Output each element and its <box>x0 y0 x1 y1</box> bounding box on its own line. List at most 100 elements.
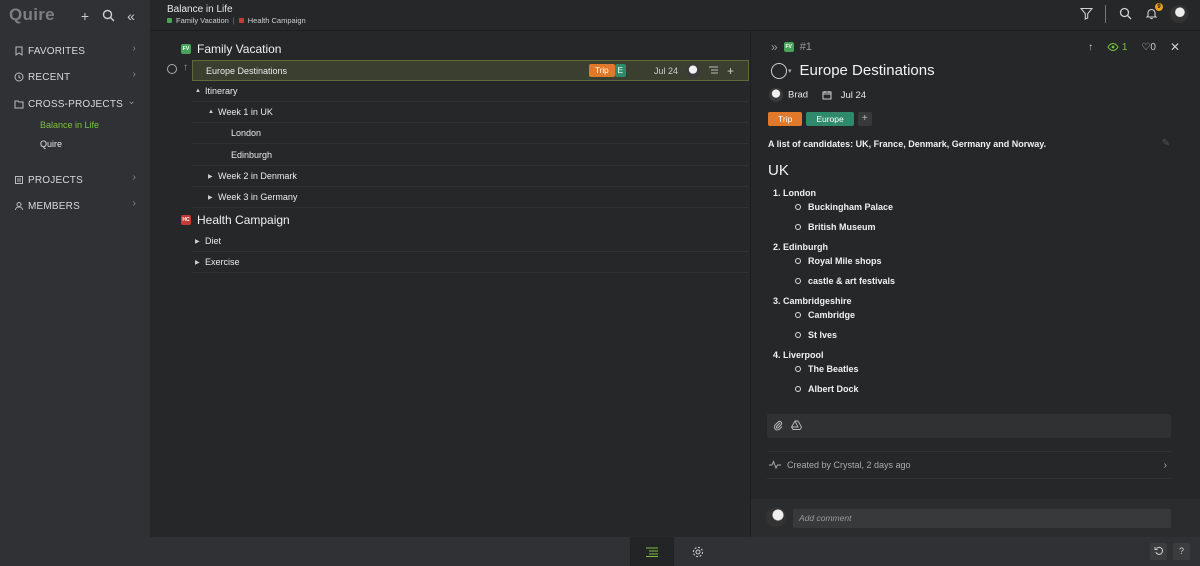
sidebar: Quire + « FAVORITES › RECENT › CROSS-PRO… <box>0 0 150 566</box>
outline-subitem: Royal Mile shops <box>795 256 882 266</box>
project-header-health-campaign[interactable]: HC Health Campaign <box>181 213 290 227</box>
sidebar-projects[interactable]: PROJECTS › <box>14 171 140 189</box>
bottom-actions: ? <box>1150 543 1190 560</box>
task-name: Europe Destinations <box>206 65 288 76</box>
watchers[interactable]: 1 <box>1107 42 1127 53</box>
app-logo[interactable]: Quire <box>9 5 55 25</box>
comment-bar: Add comment <box>751 499 1200 537</box>
status-dropdown-icon[interactable]: ▾ <box>788 67 792 75</box>
task-name: Diet <box>205 236 222 246</box>
paperclip-icon[interactable] <box>773 420 783 433</box>
sidebar-item-balance-in-life[interactable]: Balance in Life <box>40 120 99 130</box>
task-status-circle[interactable] <box>771 62 787 79</box>
assignee[interactable]: Brad <box>769 88 808 102</box>
chevron-right-icon: › <box>1163 459 1167 471</box>
task-row-edinburgh[interactable]: Edinburgh <box>192 145 749 166</box>
tag-trip[interactable]: Trip <box>589 64 615 77</box>
sidebar-cross-projects-label: CROSS-PROJECTS <box>28 98 124 110</box>
task-description[interactable]: A list of candidates: UK, France, Denmar… <box>768 139 1046 149</box>
task-name: Week 3 in Germany <box>218 192 298 202</box>
task-row-diet[interactable]: ▶ Diet <box>192 231 749 252</box>
projects-icon <box>15 176 23 184</box>
hc-color-dot <box>238 18 244 23</box>
task-due-date[interactable]: Jul 24 <box>654 66 678 76</box>
project-tag-hc: HC <box>181 215 191 225</box>
add-icon[interactable]: + <box>78 9 92 23</box>
chevron-right-icon: › <box>132 198 136 209</box>
likes[interactable]: ♡0 <box>1141 42 1156 53</box>
project-tag-fv: FV <box>181 44 191 54</box>
collapse-triangle-icon[interactable]: ▲ <box>195 88 205 94</box>
top-header: Balance in Life Family Vacation | Health… <box>150 0 1200 31</box>
tab-list-view[interactable] <box>630 537 674 566</box>
breadcrumb-family-vacation[interactable]: Family Vacation <box>176 16 229 25</box>
activity-row[interactable]: Created by Crystal, 2 days ago › <box>767 451 1171 479</box>
collapse-sidebar-icon[interactable]: « <box>124 9 138 23</box>
arrow-up-icon[interactable]: ↑ <box>1088 42 1093 53</box>
due-date[interactable]: Jul 24 <box>822 90 866 101</box>
task-title[interactable]: Europe Destinations <box>800 62 935 79</box>
edit-pencil-icon[interactable]: ✎ <box>1162 138 1170 149</box>
commenter-avatar <box>766 507 786 527</box>
sidebar-projects-label: PROJECTS <box>28 174 83 186</box>
project-tag-fv: FV <box>783 42 794 52</box>
collapse-triangle-icon[interactable]: ▲ <box>208 109 218 115</box>
expand-triangle-icon[interactable]: ▶ <box>195 238 205 245</box>
detail-tags: Trip Europe + <box>768 112 872 126</box>
comment-input[interactable]: Add comment <box>793 509 1171 528</box>
task-row-week-2-denmark[interactable]: ▶ Week 2 in Denmark <box>192 166 749 187</box>
subtask-icon[interactable] <box>708 65 719 77</box>
sidebar-members[interactable]: MEMBERS › <box>14 197 140 215</box>
folder-icon <box>14 100 24 109</box>
outline-subitem: St Ives <box>795 330 837 340</box>
search-icon[interactable] <box>101 9 115 23</box>
sidebar-item-quire[interactable]: Quire <box>40 139 62 149</box>
undo-icon[interactable] <box>1150 543 1167 560</box>
outline-item: 4. Liverpool <box>773 350 824 360</box>
breadcrumb-health-campaign[interactable]: Health Campaign <box>248 16 306 25</box>
user-avatar[interactable] <box>1170 5 1188 23</box>
likes-count: 0 <box>1150 41 1156 53</box>
task-row-week-1-uk[interactable]: ▲ Week 1 in UK <box>192 102 749 123</box>
project-header-family-vacation[interactable]: FV Family Vacation <box>181 42 281 56</box>
add-tag-button[interactable]: + <box>857 112 872 126</box>
google-drive-icon[interactable] <box>790 420 803 432</box>
tag-europe[interactable]: Europe <box>806 112 854 126</box>
task-row-itinerary[interactable]: ▲ Itinerary <box>192 81 749 102</box>
fv-color-dot <box>167 18 172 23</box>
assignee-avatar[interactable] <box>685 63 700 78</box>
sidebar-recent[interactable]: RECENT › <box>14 68 140 86</box>
outline-subitem: Albert Dock <box>795 384 859 394</box>
clock-icon <box>14 72 24 82</box>
expand-triangle-icon[interactable]: ▶ <box>208 194 218 201</box>
expand-triangle-icon[interactable]: ▶ <box>208 173 218 180</box>
task-row-week-3-germany[interactable]: ▶ Week 3 in Germany <box>192 187 749 208</box>
project-name: Family Vacation <box>197 42 282 56</box>
tab-settings[interactable] <box>676 537 720 566</box>
assignee-avatar <box>769 88 783 102</box>
task-complete-checkbox[interactable] <box>167 64 177 74</box>
expand-triangle-icon[interactable]: ▶ <box>195 259 205 266</box>
outline-item: 3. Cambridgeshire <box>773 296 852 306</box>
sidebar-cross-projects[interactable]: CROSS-PROJECTS ⌄ <box>14 95 140 113</box>
task-name: Exercise <box>205 257 240 267</box>
tag-europe-short[interactable]: E <box>614 64 626 77</box>
created-by-text: Created by Crystal, 2 days ago <box>787 460 911 470</box>
task-list: FV Family Vacation ↑ Europe Destinations… <box>150 31 750 537</box>
task-row-europe-destinations[interactable]: Europe Destinations Trip E Jul 24 + <box>192 60 749 81</box>
help-button[interactable]: ? <box>1173 543 1190 560</box>
due-date-text: Jul 24 <box>840 89 867 101</box>
search-icon[interactable] <box>1118 7 1132 21</box>
bell-icon[interactable]: 9 <box>1144 3 1163 21</box>
close-icon[interactable]: ✕ <box>1170 40 1180 54</box>
outline-item: 1. London <box>773 188 816 198</box>
tag-trip[interactable]: Trip <box>768 112 803 126</box>
add-subtask-icon[interactable]: + <box>727 64 734 78</box>
filter-icon[interactable] <box>1079 7 1093 21</box>
double-chevron-right-icon[interactable]: » <box>771 40 778 54</box>
move-up-icon[interactable]: ↑ <box>183 62 188 73</box>
task-row-london[interactable]: London <box>192 123 749 144</box>
breadcrumb: Family Vacation | Health Campaign <box>167 16 306 25</box>
sidebar-favorites[interactable]: FAVORITES › <box>14 42 140 60</box>
task-row-exercise[interactable]: ▶ Exercise <box>192 252 749 273</box>
